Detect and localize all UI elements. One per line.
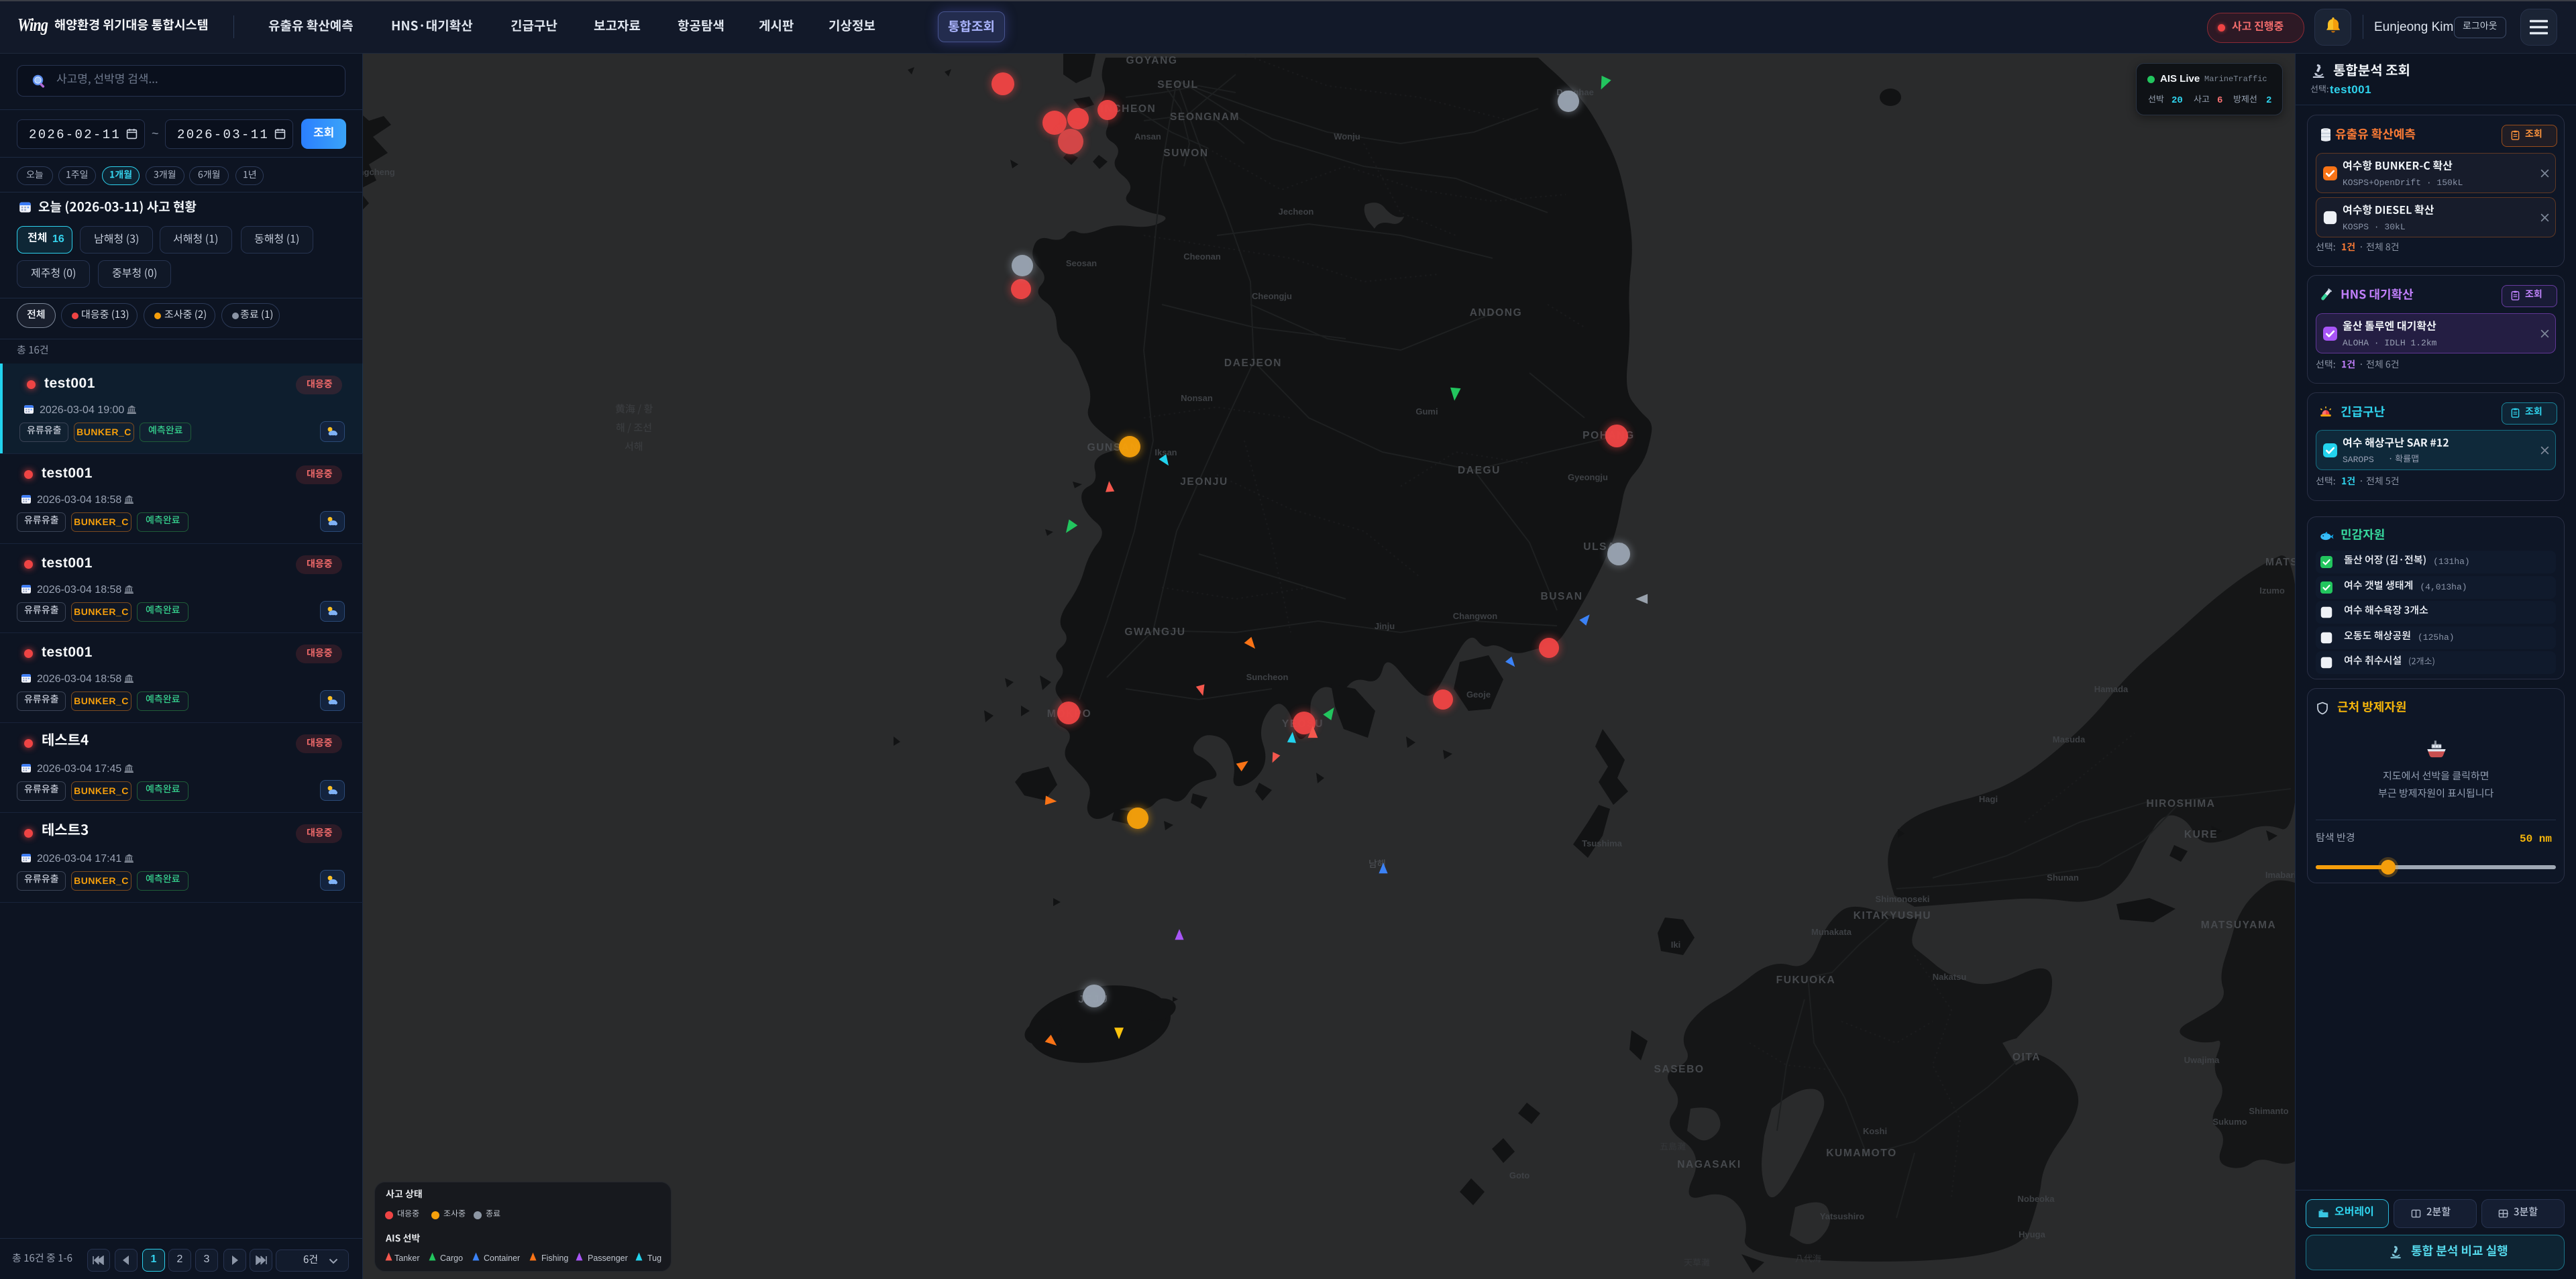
svg-text:GWANGJU: GWANGJU	[1124, 626, 1185, 638]
svg-text:Hyuga: Hyuga	[2019, 1229, 2046, 1239]
svg-text:Shimanto: Shimanto	[2249, 1106, 2288, 1116]
svg-text:Seosan: Seosan	[1066, 258, 1097, 268]
svg-text:Koshi: Koshi	[1863, 1126, 1887, 1136]
svg-text:Wonju: Wonju	[1334, 131, 1360, 142]
svg-text:Ansan: Ansan	[1134, 131, 1161, 142]
svg-text:Gumi: Gumi	[1415, 406, 1438, 416]
svg-text:Yatsushiro: Yatsushiro	[1820, 1211, 1865, 1221]
svg-text:KUMAMOTO: KUMAMOTO	[1826, 1148, 1897, 1159]
svg-text:Changwon: Changwon	[1453, 611, 1497, 621]
svg-text:HIROSHIMA: HIROSHIMA	[2146, 798, 2215, 810]
svg-text:SEONGNAM: SEONGNAM	[1170, 111, 1240, 123]
svg-text:Suncheon: Suncheon	[1246, 672, 1289, 682]
svg-text:Geoje: Geoje	[1466, 689, 1491, 700]
svg-text:Nakatsu: Nakatsu	[1933, 972, 1967, 982]
svg-text:Tsushima: Tsushima	[1582, 838, 1622, 848]
svg-text:Iki: Iki	[1671, 940, 1680, 950]
svg-text:Cheongju: Cheongju	[1252, 291, 1292, 301]
svg-text:Uwajima: Uwajima	[2184, 1055, 2220, 1065]
svg-text:Masuda: Masuda	[2053, 734, 2086, 744]
svg-text:SUWON: SUWON	[1163, 148, 1208, 159]
svg-text:SEOUL: SEOUL	[1157, 79, 1198, 91]
svg-text:ANDONG: ANDONG	[1470, 307, 1523, 319]
svg-text:Goto: Goto	[1509, 1170, 1529, 1180]
svg-text:Jecheon: Jecheon	[1279, 207, 1314, 217]
svg-text:MATSUE: MATSUE	[2265, 557, 2295, 568]
svg-text:Hagi: Hagi	[1979, 794, 1998, 804]
svg-text:FUKUOKA: FUKUOKA	[1776, 975, 1836, 986]
svg-text:SASEBO: SASEBO	[1654, 1064, 1704, 1075]
svg-text:Nonsan: Nonsan	[1181, 393, 1213, 403]
svg-text:Gyeongju: Gyeongju	[1568, 472, 1608, 482]
svg-text:Jinju: Jinju	[1375, 621, 1395, 631]
svg-text:MATSUYAMA: MATSUYAMA	[2201, 920, 2277, 931]
svg-text:DAEGU: DAEGU	[1458, 465, 1501, 476]
svg-text:BUSAN: BUSAN	[1540, 591, 1582, 602]
svg-text:Sukumo: Sukumo	[2212, 1117, 2247, 1127]
svg-text:Shunan: Shunan	[2047, 873, 2079, 883]
svg-text:JEONJU: JEONJU	[1180, 476, 1228, 488]
svg-text:Rongcheng: Rongcheng	[362, 167, 395, 177]
svg-text:Nobeoka: Nobeoka	[2018, 1194, 2055, 1204]
svg-text:KURE: KURE	[2184, 829, 2218, 840]
svg-text:Munakata: Munakata	[1811, 927, 1852, 937]
svg-text:Hamada: Hamada	[2094, 684, 2129, 694]
svg-text:Cheonan: Cheonan	[1183, 252, 1221, 262]
svg-text:NAGASAKI: NAGASAKI	[1677, 1159, 1741, 1170]
svg-text:Imabari: Imabari	[2265, 870, 2295, 880]
svg-text:Shimonoseki: Shimonoseki	[1876, 894, 1930, 904]
svg-text:Izumo: Izumo	[2259, 586, 2285, 596]
svg-text:OITA: OITA	[2012, 1052, 2041, 1063]
svg-text:GOYANG: GOYANG	[1126, 55, 1177, 66]
svg-text:KITAKYUSHU: KITAKYUSHU	[1854, 910, 1931, 922]
svg-text:DAEJEON: DAEJEON	[1224, 357, 1282, 369]
